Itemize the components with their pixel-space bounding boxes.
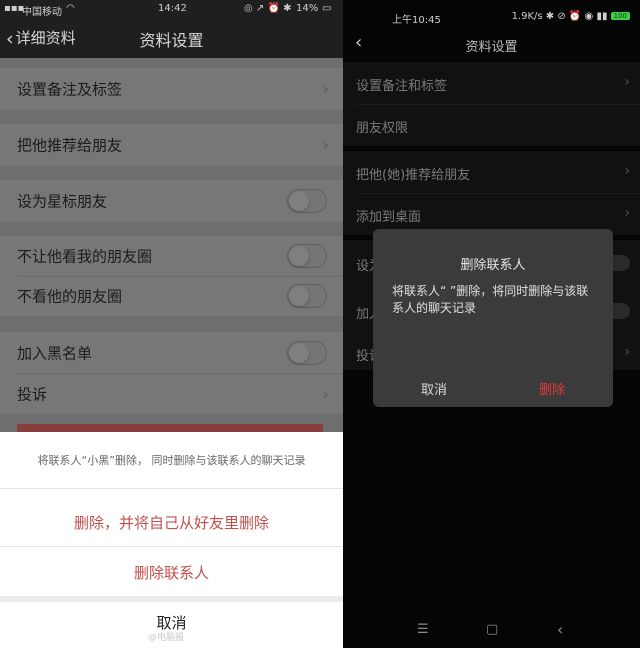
battery-icon: ▭ xyxy=(322,3,332,14)
menu-icon[interactable]: ☰ xyxy=(417,622,429,637)
delete-and-remove-button[interactable]: 删除，并将自己从好友里删除 xyxy=(0,512,343,533)
row-hide-my-moments[interactable]: 不让他看我的朋友圈 xyxy=(0,236,343,276)
battery-icon: 100 xyxy=(610,12,630,20)
row-remark[interactable]: 设置备注和标签 › xyxy=(343,62,640,104)
chevron-right-icon: › xyxy=(322,135,329,155)
dialog-delete-button[interactable]: 删除 xyxy=(539,379,565,398)
chevron-right-icon: › xyxy=(322,79,329,99)
chevron-right-icon: › xyxy=(624,163,630,179)
row-hide-his-moments[interactable]: 不看他的朋友圈 xyxy=(0,276,343,316)
system-nav-bar: ☰ ▢ ‹ xyxy=(343,618,640,648)
ios-nav-bar: ‹ 详细资料 资料设置 xyxy=(0,18,343,58)
carrier-label: 中国移动 xyxy=(22,7,62,18)
row-report-label: 投诉 xyxy=(17,385,48,403)
moments-group: 不让他看我的朋友圈 不看他的朋友圈 xyxy=(0,236,343,316)
row-remark-label: 设置备注和标签 xyxy=(356,79,448,94)
delete-contact-dialog: 删除联系人 将联系人“ ”删除，将同时删除与该联系人的聊天记录 取消 删除 xyxy=(373,229,613,407)
row-remark[interactable]: 设置备注及标签 › xyxy=(0,68,343,110)
ios-screen: ▪▪▪ 中国移动 ◠ 14:42 ◎ ↗ ⏰ ✱ 14% ▭ ‹ 详细资料 资料设… xyxy=(0,0,343,648)
sheet-message: 将联系人“小黑”删除， 同时删除与该联系人的聊天记录 xyxy=(37,454,306,467)
page-title: 资料设置 xyxy=(465,40,518,55)
back-icon[interactable]: ‹ xyxy=(557,620,563,639)
row-remark-label: 设置备注及标签 xyxy=(17,80,123,99)
toggle-knob xyxy=(289,286,309,306)
android-screen: 上午10:45 1.9K/s ✱ ⊘ ⏰ ◉ ▮▮ 100 ‹ 资料设置 设置备… xyxy=(343,0,640,648)
status-icons: 1.9K/s ✱ ⊘ ⏰ ◉ ▮▮ 100 xyxy=(512,11,630,22)
android-nav-bar: ‹ 资料设置 xyxy=(343,30,640,58)
row-star-label: 设为星标朋友 xyxy=(17,192,108,211)
row-permission[interactable]: 朋友权限 xyxy=(343,104,640,146)
delete-button-strip xyxy=(17,424,323,432)
chevron-right-icon: › xyxy=(322,384,329,403)
row-permission-label: 朋友权限 xyxy=(356,121,409,136)
hide-my-moments-toggle[interactable] xyxy=(287,244,327,268)
row-recommend[interactable]: 把他推荐给朋友 › xyxy=(0,124,343,166)
row-hide-my-moments-label: 不让他看我的朋友圈 xyxy=(17,247,153,266)
delete-contact-button[interactable]: 删除联系人 xyxy=(0,562,343,583)
action-sheet: 将联系人“小黑”删除， 同时删除与该联系人的聊天记录 删除，并将自己从好友里删除… xyxy=(0,432,343,648)
clock-time: 14:42 xyxy=(158,3,187,14)
star-toggle[interactable] xyxy=(287,189,327,213)
watermark: @电脑报 xyxy=(148,633,185,643)
battery-percent: 14% xyxy=(296,3,319,14)
sheet-gap xyxy=(0,596,343,602)
wifi-icon: ◠ xyxy=(66,3,75,14)
toggle-knob xyxy=(289,342,309,363)
dialog-message: 将联系人“ ”删除，将同时删除与该联系人的聊天记录 xyxy=(392,284,589,315)
blacklist-toggle[interactable] xyxy=(287,340,327,365)
chevron-right-icon: › xyxy=(624,205,630,221)
row-star-friend[interactable]: 设为星标朋友 xyxy=(0,180,343,222)
dialog-cancel-button[interactable]: 取消 xyxy=(421,379,447,398)
divider xyxy=(0,546,343,547)
row-hide-his-moments-label: 不看他的朋友圈 xyxy=(17,287,123,306)
settings-group-1: 设置备注和标签 › 朋友权限 xyxy=(343,62,640,146)
home-icon[interactable]: ▢ xyxy=(486,622,498,637)
status-icons: ◎ ↗ ⏰ ✱ xyxy=(244,3,292,14)
settings-group-2: 把他(她)推荐给朋友 › 添加到桌面 › xyxy=(343,151,640,235)
blacklist-group: 加入黑名单 投诉 › xyxy=(0,332,343,414)
row-blacklist[interactable]: 加入黑名单 xyxy=(0,332,343,373)
chevron-right-icon: › xyxy=(624,74,630,90)
toggle-knob xyxy=(289,246,309,266)
row-desktop-label: 添加到桌面 xyxy=(356,210,422,225)
row-report[interactable]: 投诉 › xyxy=(0,373,343,414)
clock-time: 上午10:45 xyxy=(392,15,441,26)
row-blacklist-label: 加入黑名单 xyxy=(17,344,93,362)
row-recommend-label: 把他(她)推荐给朋友 xyxy=(356,168,471,183)
toggle-knob xyxy=(289,191,309,211)
chevron-right-icon: › xyxy=(624,344,630,360)
row-recommend[interactable]: 把他(她)推荐给朋友 › xyxy=(343,151,640,193)
row-recommend-label: 把他推荐给朋友 xyxy=(17,136,123,155)
dialog-title: 删除联系人 xyxy=(460,258,526,273)
ios-status-bar: ▪▪▪ 中国移动 ◠ 14:42 ◎ ↗ ⏰ ✱ 14% ▭ xyxy=(0,0,343,18)
net-speed: 1.9K/s xyxy=(511,11,543,22)
android-status-bar: 上午10:45 1.9K/s ✱ ⊘ ⏰ ◉ ▮▮ 100 xyxy=(343,0,640,30)
page-title: 资料设置 xyxy=(139,31,204,50)
divider xyxy=(0,488,343,489)
hide-his-moments-toggle[interactable] xyxy=(287,284,327,308)
